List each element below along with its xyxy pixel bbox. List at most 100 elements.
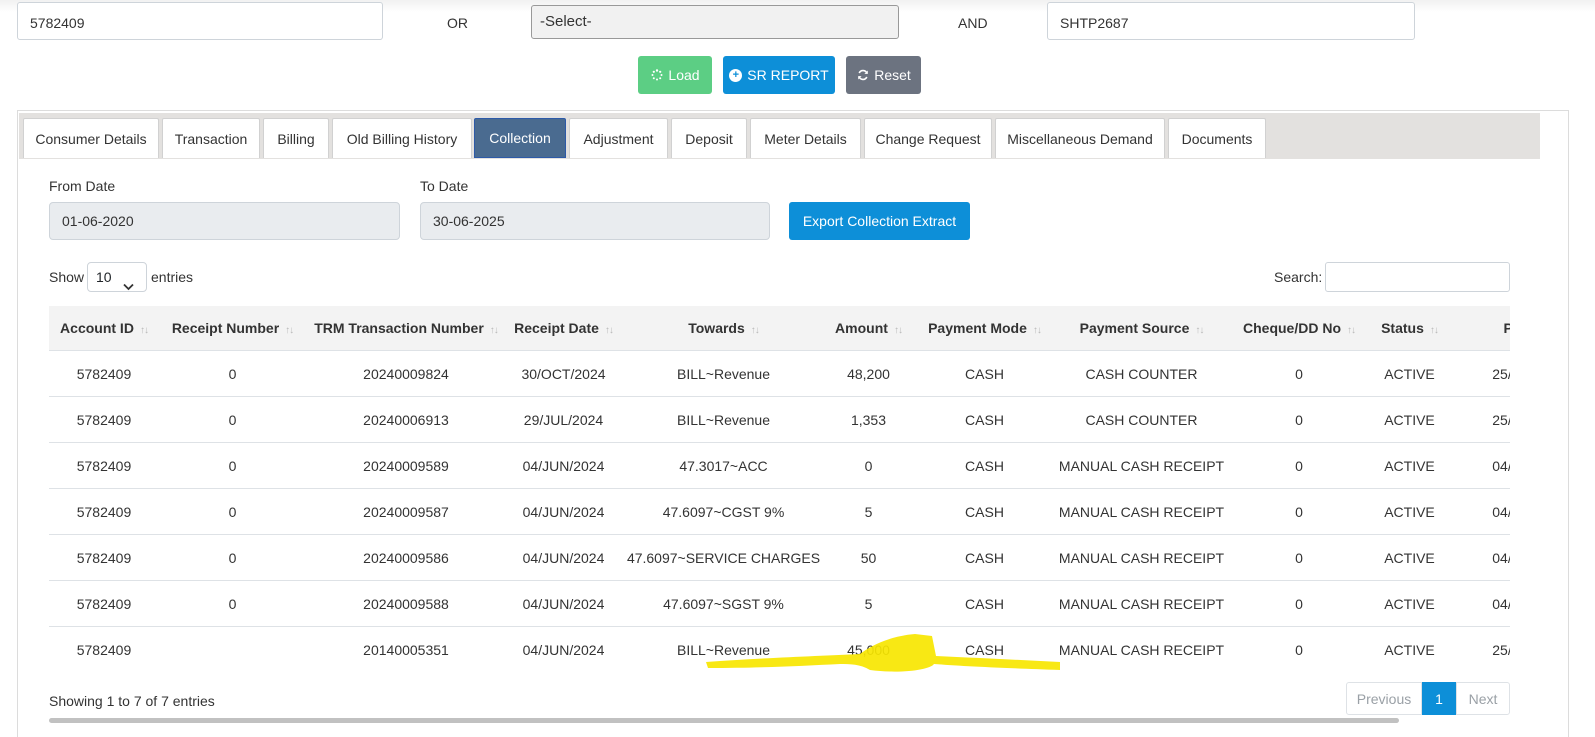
table-cell: 47.6097~SGST 9% [621, 580, 826, 627]
column-header[interactable]: Po [1446, 306, 1510, 351]
table-row: 5782409 0 20240009587 04/JUN/2024 47.6097~CG… [49, 488, 1510, 535]
table-cell: 47.6097~CGST 9% [621, 488, 826, 535]
column-header[interactable]: Status ↑↓ [1373, 306, 1446, 351]
table-cell: 04/JUN/2024 [506, 534, 621, 581]
sort-icon: ↑↓ [750, 325, 760, 336]
table-cell: 0 [159, 396, 306, 443]
sr-report-button[interactable]: + SR REPORT [723, 56, 835, 94]
tab-adjustment[interactable]: Adjustment [569, 118, 668, 158]
table-cell: CASH [911, 626, 1058, 672]
table-cell: 0 [159, 350, 306, 397]
column-header[interactable]: Amount ↑↓ [826, 306, 911, 351]
plus-circle-icon: + [729, 68, 743, 82]
table-cell: 0 [1225, 396, 1373, 443]
column-header[interactable]: Receipt Date ↑↓ [506, 306, 621, 351]
table-cell: 04/JUN/2024 [506, 626, 621, 672]
table-info: Showing 1 to 7 of 7 entries [49, 693, 215, 709]
tab-billing[interactable]: Billing [263, 118, 329, 158]
column-header[interactable]: Towards ↑↓ [621, 306, 826, 351]
account-id-field[interactable]: 5782409 [17, 2, 383, 40]
table-cell: 5782409 [49, 534, 159, 581]
previous-button[interactable]: Previous [1346, 682, 1422, 715]
table-cell: MANUAL CASH RECEIPT [1058, 534, 1225, 581]
tab-transaction[interactable]: Transaction [162, 118, 260, 158]
select-dropdown[interactable]: -Select- [531, 5, 899, 39]
table-cell: 29/JUL/2024 [506, 396, 621, 443]
table-cell: 04/JUI [1446, 534, 1510, 581]
table-row: 5782409 0 20240009586 04/JUN/2024 47.6097~SE… [49, 534, 1510, 581]
table-cell: 0 [826, 442, 911, 489]
table-cell: 20240009589 [306, 442, 506, 489]
table-row: 5782409 0 20240009588 04/JUN/2024 47.6097~SG… [49, 580, 1510, 627]
table-cell: MANUAL CASH RECEIPT [1058, 442, 1225, 489]
code-field[interactable]: SHTP2687 [1047, 2, 1415, 40]
table-cell: 0 [1225, 442, 1373, 489]
table-cell: ACTIVE [1373, 396, 1446, 443]
table-cell: 5782409 [49, 626, 159, 672]
table-cell: 5 [826, 488, 911, 535]
entries-select[interactable]: 10 [87, 262, 147, 292]
load-label: Load [668, 67, 700, 83]
table-cell: 04/JUN/2024 [506, 442, 621, 489]
load-button[interactable]: Load [638, 56, 712, 94]
table-row: 5782409 0 20240009589 04/JUN/2024 47.3017~AC… [49, 442, 1510, 489]
table-cell: ACTIVE [1373, 534, 1446, 581]
tab-miscellaneous-demand[interactable]: Miscellaneous Demand [995, 118, 1165, 158]
refresh-icon [856, 69, 869, 82]
tab-deposit[interactable]: Deposit [671, 118, 747, 158]
reset-label: Reset [874, 67, 911, 83]
table-cell: CASH COUNTER [1058, 396, 1225, 443]
table-cell: 0 [1225, 534, 1373, 581]
next-button[interactable]: Next [1456, 682, 1510, 715]
table-cell: ACTIVE [1373, 626, 1446, 672]
table-cell: 0 [159, 534, 306, 581]
sort-icon: ↑↓ [604, 325, 614, 336]
table-cell: 04/JUI [1446, 442, 1510, 489]
table-cell: 1,353 [826, 396, 911, 443]
and-label: AND [958, 15, 988, 31]
tab-change-request[interactable]: Change Request [864, 118, 992, 158]
tab-documents[interactable]: Documents [1168, 118, 1266, 158]
table-cell: 20240009588 [306, 580, 506, 627]
entries-value: 10 [96, 269, 112, 285]
to-date-input[interactable]: 30-06-2025 [420, 202, 770, 240]
sort-icon: ↑↓ [1429, 325, 1439, 336]
table-cell: MANUAL CASH RECEIPT [1058, 580, 1225, 627]
column-header[interactable]: Account ID ↑↓ [49, 306, 159, 351]
table-cell: 20240006913 [306, 396, 506, 443]
table-cell: 0 [1225, 488, 1373, 535]
column-header[interactable]: Receipt Number ↑↓ [159, 306, 306, 351]
table-cell: MANUAL CASH RECEIPT [1058, 488, 1225, 535]
table-cell: 0 [1225, 626, 1373, 672]
export-collection-button[interactable]: Export Collection Extract [789, 202, 970, 240]
table-cell: 47.3017~ACC [621, 442, 826, 489]
table-cell: ACTIVE [1373, 442, 1446, 489]
sort-icon: ↑↓ [893, 325, 903, 336]
reset-button[interactable]: Reset [846, 56, 921, 94]
table-cell: 5782409 [49, 580, 159, 627]
tab-meter-details[interactable]: Meter Details [750, 118, 861, 158]
table-cell: 20140005351 [306, 626, 506, 672]
table-cell: 04/JUI [1446, 488, 1510, 535]
table-cell: CASH [911, 580, 1058, 627]
table-cell: 0 [1225, 350, 1373, 397]
table-cell: 0 [1225, 580, 1373, 627]
spinner-icon [650, 69, 663, 82]
column-header[interactable]: Cheque/DD No ↑↓ [1225, 306, 1373, 351]
table-header-row: Account ID ↑↓ Receipt Number ↑↓ TRM Transa… [49, 306, 1510, 351]
table-cell: BILL~Revenue [621, 350, 826, 397]
tab-collection[interactable]: Collection [474, 118, 566, 158]
search-label: Search: [1274, 269, 1323, 285]
sr-report-label: SR REPORT [747, 67, 829, 83]
from-date-input[interactable]: 01-06-2020 [49, 202, 400, 240]
horizontal-scrollbar[interactable] [49, 718, 1399, 723]
page-1-button[interactable]: 1 [1422, 682, 1456, 715]
column-header[interactable]: Payment Source ↑↓ [1058, 306, 1225, 351]
search-input[interactable] [1325, 262, 1510, 292]
column-header[interactable]: Payment Mode ↑↓ [911, 306, 1058, 351]
from-date-label: From Date [49, 178, 116, 194]
table-cell: 30/OCT/2024 [506, 350, 621, 397]
column-header[interactable]: TRM Transaction Number ↑↓ [306, 306, 506, 351]
tab-consumer-details[interactable]: Consumer Details [23, 118, 159, 158]
tab-old-billing-history[interactable]: Old Billing History [332, 118, 472, 158]
